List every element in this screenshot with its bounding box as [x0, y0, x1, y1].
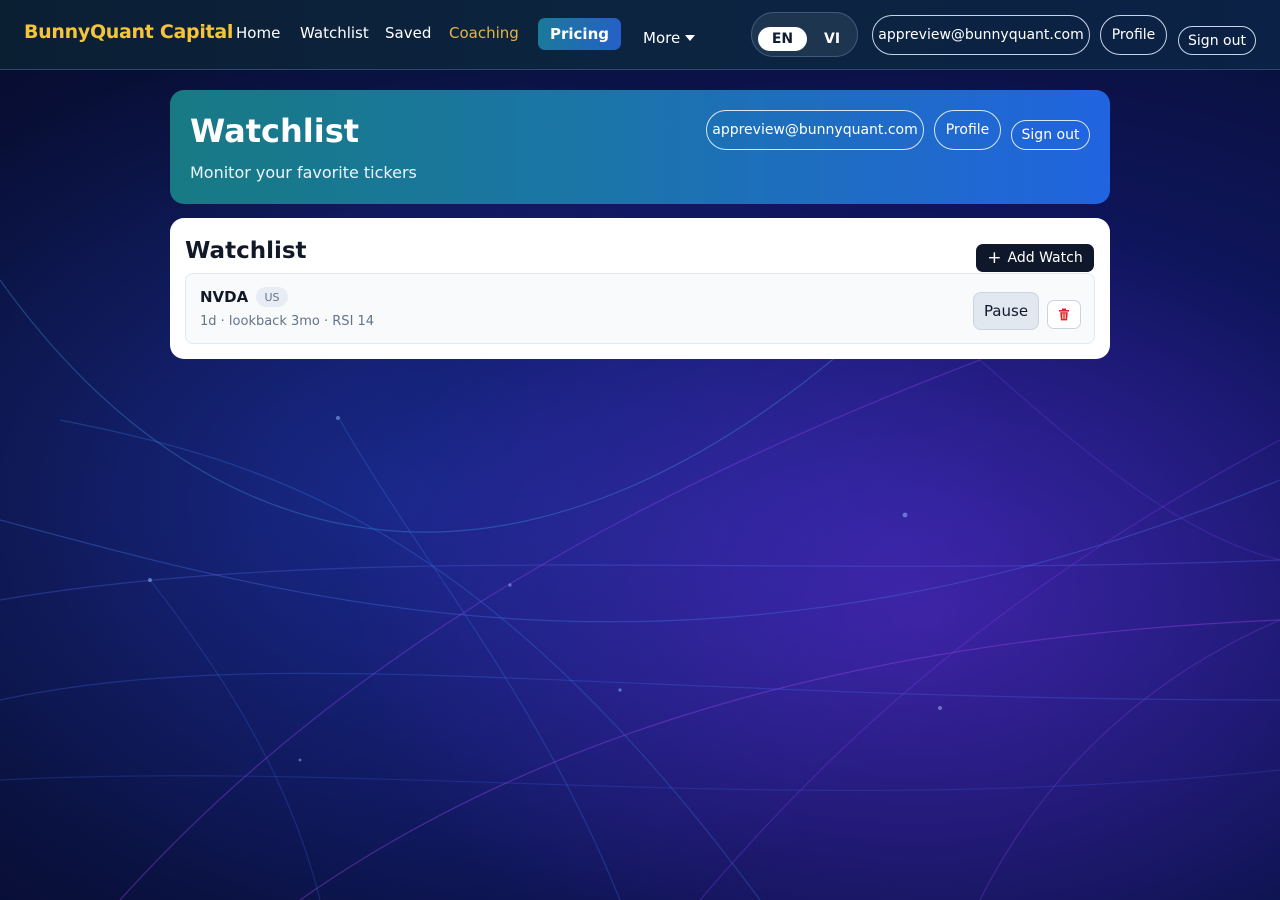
- delete-button[interactable]: [1047, 300, 1081, 329]
- lang-option-vi[interactable]: VI: [824, 31, 840, 47]
- nav-saved[interactable]: Saved: [385, 24, 431, 42]
- page-subtitle: Monitor your favorite tickers: [190, 163, 417, 182]
- page-header-banner: Watchlist Monitor your favorite tickers …: [170, 90, 1110, 204]
- watch-item-row[interactable]: NVDA US 1d · lookback 3mo · RSI 14 Pause: [185, 273, 1095, 344]
- chevron-down-icon: [685, 35, 696, 41]
- add-watch-label: Add Watch: [1007, 250, 1083, 266]
- header-account-email-button[interactable]: appreview@bunnyquant.com: [706, 110, 924, 150]
- plus-icon: +: [987, 247, 1002, 268]
- top-navigation-bar: BunnyQuant Capital Home Watchlist Saved …: [0, 0, 1280, 70]
- watch-item-meta: 1d · lookback 3mo · RSI 14: [200, 314, 375, 329]
- market-badge: US: [256, 287, 288, 307]
- add-watch-button[interactable]: + Add Watch: [976, 244, 1094, 272]
- account-email-button[interactable]: appreview@bunnyquant.com: [872, 15, 1090, 55]
- header-profile-button[interactable]: Profile: [934, 110, 1001, 150]
- trash-icon: [1059, 308, 1069, 321]
- header-sign-out-button[interactable]: Sign out: [1011, 120, 1090, 150]
- page-title: Watchlist: [190, 112, 360, 150]
- profile-button[interactable]: Profile: [1100, 15, 1167, 55]
- pause-button[interactable]: Pause: [973, 292, 1039, 330]
- nav-home[interactable]: Home: [236, 24, 280, 42]
- nav-more-dropdown[interactable]: More: [643, 29, 696, 47]
- nav-coaching[interactable]: Coaching: [449, 24, 519, 42]
- nav-pricing-button[interactable]: Pricing: [538, 18, 621, 50]
- language-toggle[interactable]: EN VI: [751, 12, 858, 57]
- nav-watchlist[interactable]: Watchlist: [300, 24, 369, 42]
- watchlist-card: Watchlist + Add Watch NVDA US 1d · lookb…: [170, 218, 1110, 359]
- brand-logo[interactable]: BunnyQuant Capital: [24, 21, 233, 43]
- nav-more-label: More: [643, 29, 681, 47]
- watchlist-card-title: Watchlist: [185, 238, 307, 264]
- ticker-symbol: NVDA: [200, 288, 249, 306]
- lang-option-en[interactable]: EN: [758, 27, 807, 51]
- sign-out-button[interactable]: Sign out: [1178, 26, 1256, 55]
